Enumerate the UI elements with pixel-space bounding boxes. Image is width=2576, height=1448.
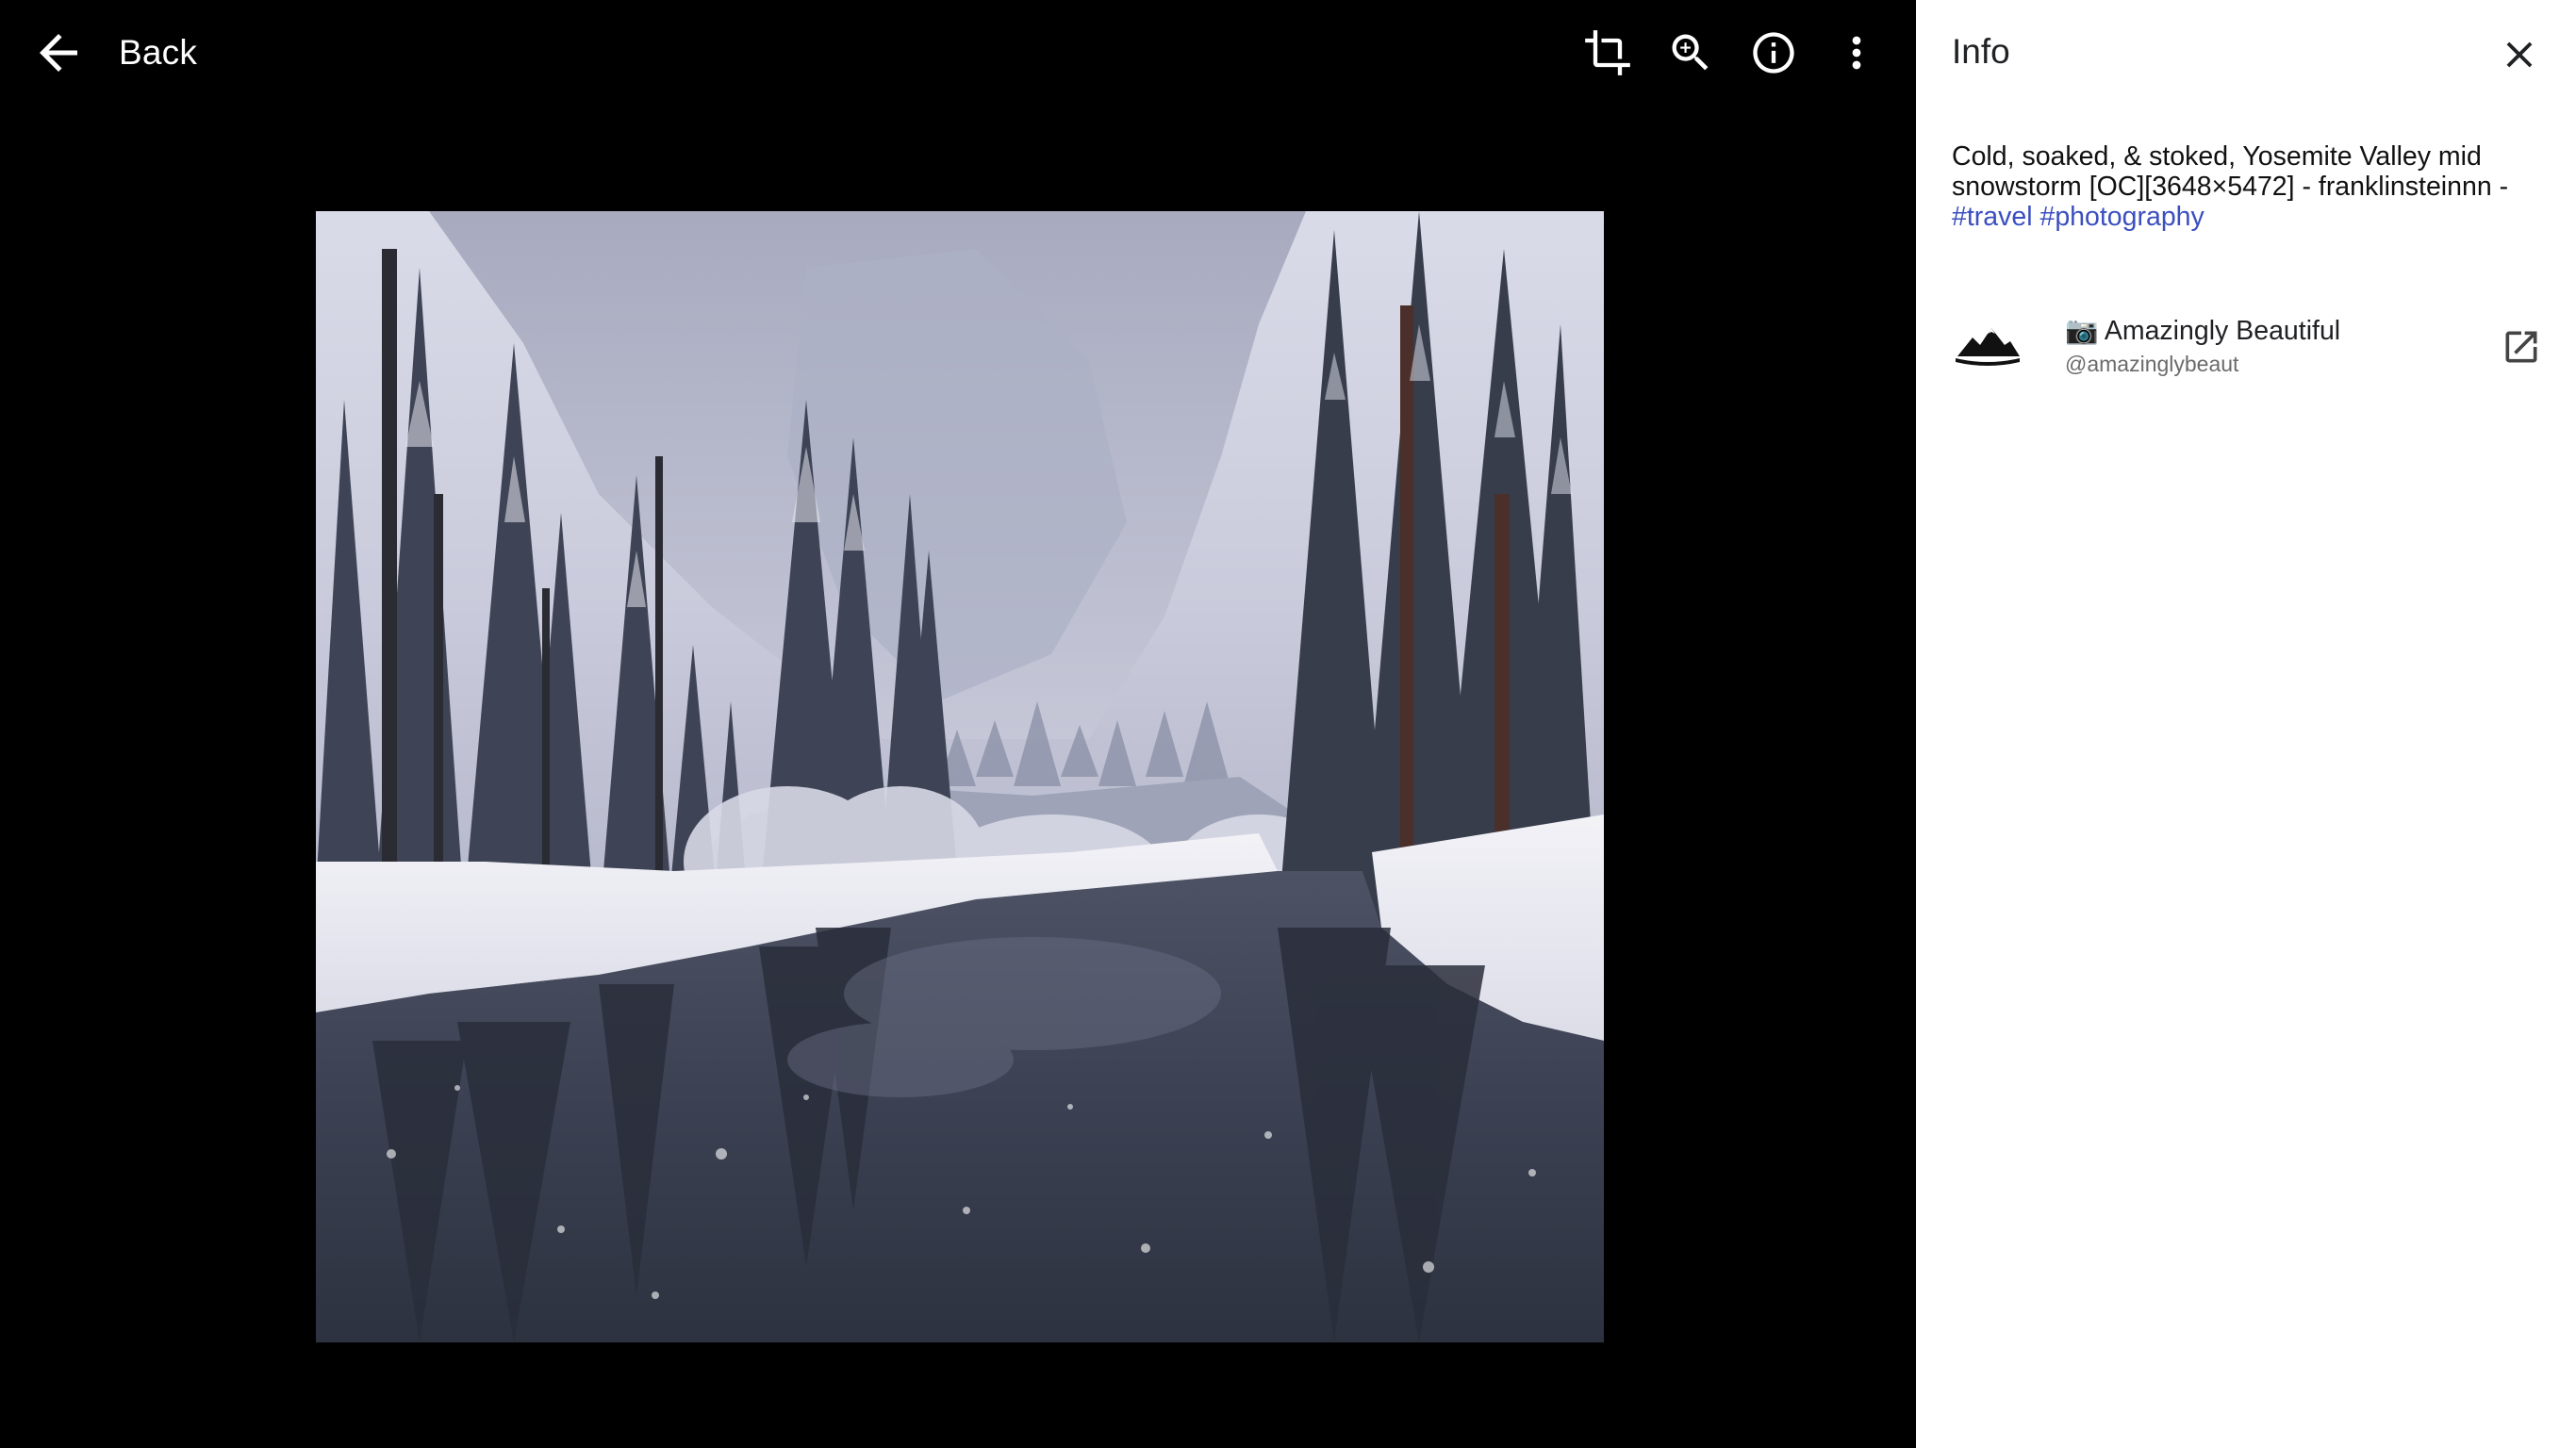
close-panel-button[interactable] — [2489, 25, 2550, 85]
info-panel: Info Cold, soaked, & stoked, Yosemite Va… — [1916, 0, 2576, 1448]
landscape-photo — [316, 211, 1604, 1342]
panel-title: Info — [1952, 32, 2010, 71]
image-viewer: Back — [0, 0, 1916, 1448]
more-options-button[interactable] — [1825, 22, 1888, 84]
more-vert-icon — [1852, 36, 1861, 70]
close-icon — [2506, 41, 2533, 68]
author-name: 📷 Amazingly Beautiful — [2065, 316, 2341, 346]
zoom-button[interactable] — [1660, 22, 1722, 84]
author-avatar — [1952, 317, 2023, 375]
open-external-button[interactable] — [2497, 322, 2546, 371]
crop-button[interactable] — [1577, 22, 1639, 84]
image-description: Cold, soaked, & stoked, Yosemite Valley … — [1952, 141, 2536, 232]
open-in-new-icon — [2505, 331, 2537, 363]
back-label: Back — [119, 33, 198, 72]
crop-icon — [1585, 30, 1630, 75]
photo[interactable] — [316, 211, 1604, 1342]
description-text: Cold, soaked, & stoked, Yosemite Valley … — [1952, 141, 2509, 202]
info-button[interactable] — [1742, 22, 1805, 84]
tag-link-travel[interactable]: #travel — [1952, 202, 2033, 232]
author-row[interactable]: 📷 Amazingly Beautiful @amazinglybeaut — [1952, 300, 2550, 394]
mountain-logo-icon — [1952, 317, 2023, 375]
tag-link-photography[interactable]: #photography — [2039, 202, 2204, 232]
author-handle: @amazinglybeaut — [2065, 352, 2239, 376]
back-button[interactable]: Back — [30, 21, 197, 85]
arrow-back-icon — [40, 34, 77, 72]
viewer-toolbar: Back — [0, 0, 1916, 106]
info-icon — [1753, 32, 1794, 74]
zoom-in-icon — [1672, 34, 1709, 71]
